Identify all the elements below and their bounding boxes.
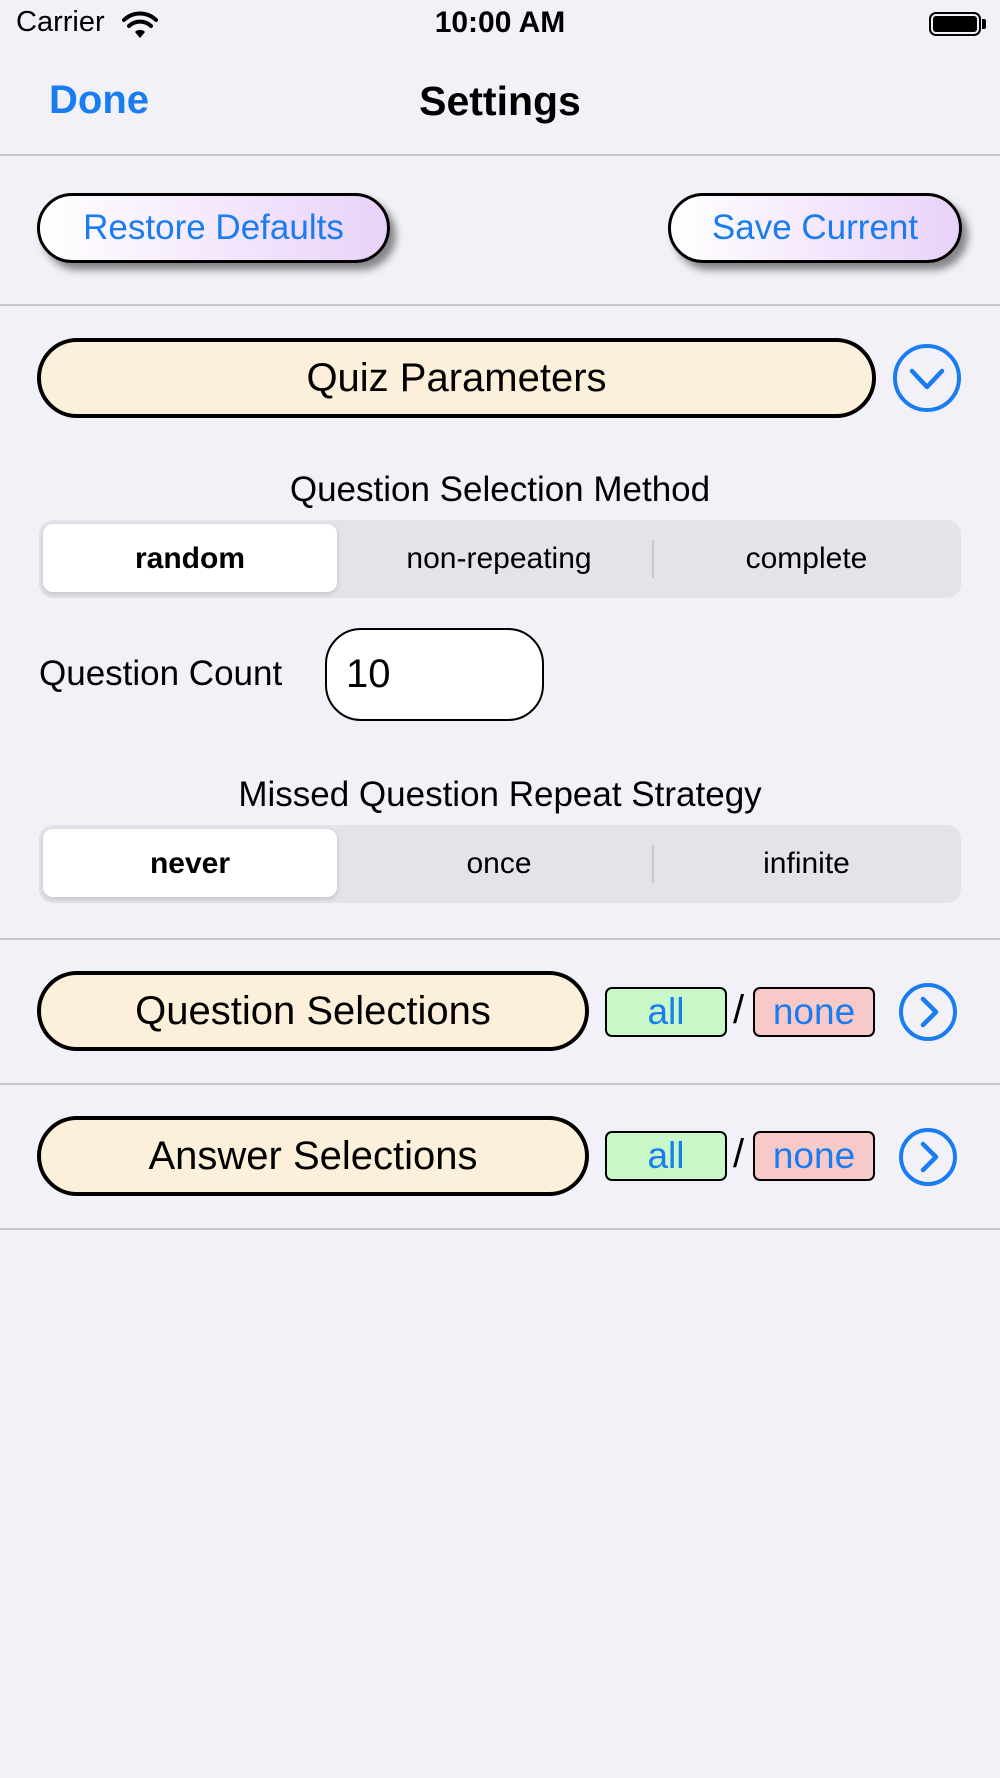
nav-divider [0, 154, 1000, 156]
slash-separator: / [733, 1132, 745, 1176]
answer-select-none-button[interactable]: none [753, 1131, 875, 1181]
segment-complete[interactable]: complete [654, 520, 959, 598]
segment-once[interactable]: once [346, 825, 652, 903]
page-title: Settings [419, 78, 581, 124]
question-select-all-button[interactable]: all [605, 987, 727, 1037]
segment-non-repeating[interactable]: non-repeating [346, 520, 652, 598]
segment-infinite[interactable]: infinite [654, 825, 959, 903]
repeat-strategy-label: Missed Question Repeat Strategy [238, 775, 762, 814]
quiz-parameters-header[interactable]: Quiz Parameters [37, 338, 876, 418]
status-time: 10:00 AM [434, 6, 566, 39]
question-selections-header[interactable]: Question Selections [37, 971, 589, 1051]
chevron-right-circle-icon[interactable] [898, 1127, 958, 1187]
toolbar-divider [0, 304, 1000, 306]
battery-icon [929, 12, 981, 36]
slash-separator: / [733, 988, 745, 1032]
answer-selections-divider [0, 1228, 1000, 1230]
segment-never[interactable]: never [43, 825, 337, 903]
question-selections-divider [0, 1083, 1000, 1085]
selection-method-segmented-control: random non-repeating complete [39, 520, 961, 598]
battery-cap [982, 19, 986, 29]
question-count-label: Question Count [39, 654, 283, 693]
repeat-strategy-segmented-control: never once infinite [39, 825, 961, 903]
done-button[interactable]: Done [49, 78, 149, 123]
selection-method-label: Question Selection Method [289, 470, 711, 509]
chevron-down-circle-icon[interactable] [892, 343, 962, 413]
question-select-none-button[interactable]: none [753, 987, 875, 1037]
restore-defaults-button[interactable]: Restore Defaults [37, 193, 390, 263]
answer-selections-header[interactable]: Answer Selections [37, 1116, 589, 1196]
question-count-input[interactable]: 10 [325, 628, 544, 721]
answer-select-all-button[interactable]: all [605, 1131, 727, 1181]
save-current-button[interactable]: Save Current [668, 193, 962, 263]
segment-random[interactable]: random [43, 520, 337, 598]
quiz-parameters-divider [0, 938, 1000, 940]
chevron-right-circle-icon[interactable] [898, 982, 958, 1042]
